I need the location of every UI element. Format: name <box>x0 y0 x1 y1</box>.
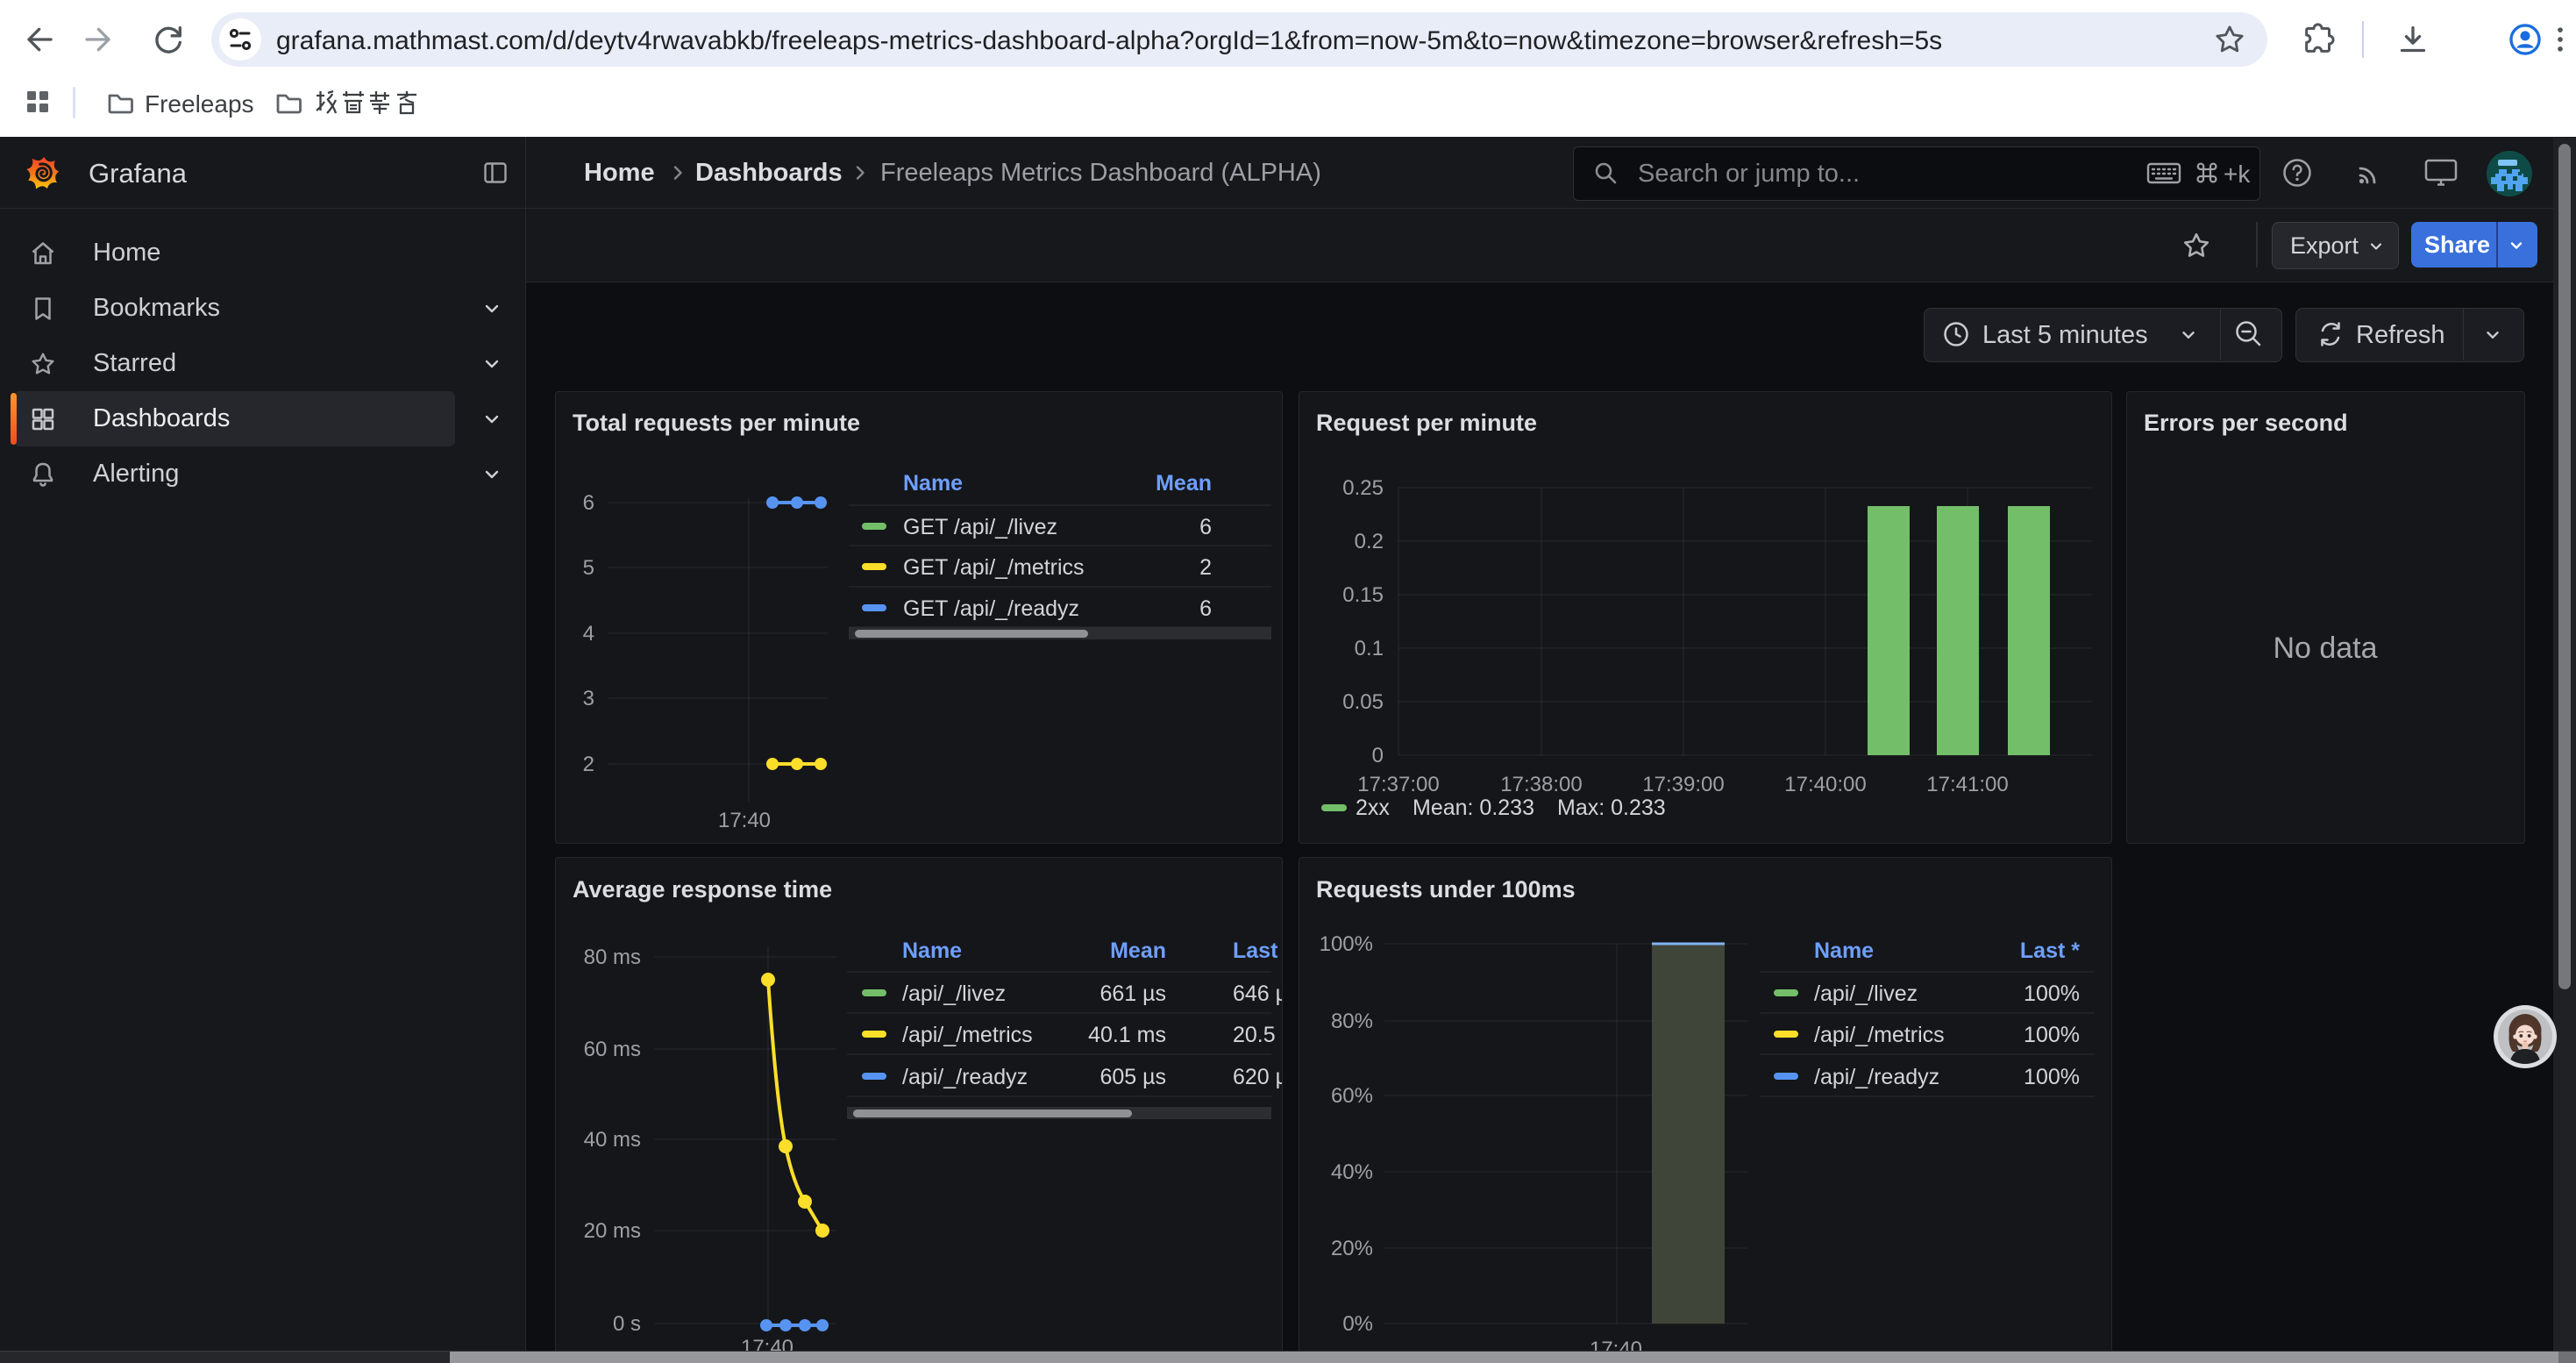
svg-text:2: 2 <box>1199 555 1212 580</box>
svg-text:17:41:00: 17:41:00 <box>1926 773 2008 796</box>
svg-text:0.15: 0.15 <box>1342 583 1384 607</box>
svg-text:Name: Name <box>902 938 962 963</box>
svg-text:17:40:00: 17:40:00 <box>1784 773 1866 796</box>
svg-text:40%: 40% <box>1331 1160 1373 1184</box>
svg-text:80%: 80% <box>1331 1010 1373 1033</box>
svg-text:17:38:00: 17:38:00 <box>1500 773 1582 796</box>
svg-text:20.5 ms: 20.5 ms <box>1233 1023 1282 1047</box>
svg-text:0 s: 0 s <box>613 1312 641 1336</box>
svg-text:Errors per second: Errors per second <box>2144 410 2348 436</box>
svg-text:/api/_/metrics: /api/_/metrics <box>1814 1023 1945 1047</box>
svg-text:17:39:00: 17:39:00 <box>1642 773 1724 796</box>
svg-text:20%: 20% <box>1331 1237 1373 1260</box>
svg-text:20 ms: 20 ms <box>584 1219 641 1243</box>
svg-text:Name: Name <box>1814 938 1874 963</box>
svg-text:/api/_/metrics: /api/_/metrics <box>902 1023 1033 1047</box>
svg-text:Average response time: Average response time <box>573 876 832 903</box>
svg-text:Requests under 100ms: Requests under 100ms <box>1316 876 1576 903</box>
svg-text:17:37:00: 17:37:00 <box>1357 773 1439 796</box>
svg-text:GET /api/_/readyz: GET /api/_/readyz <box>903 596 1079 621</box>
svg-text:6: 6 <box>583 491 594 515</box>
svg-text:6: 6 <box>1199 515 1212 539</box>
svg-text:5: 5 <box>583 556 594 580</box>
svg-text:100%: 100% <box>1320 932 1373 956</box>
svg-text:3: 3 <box>583 687 594 710</box>
svg-text:GET /api/_/livez: GET /api/_/livez <box>903 515 1057 539</box>
svg-text:/api/_/readyz: /api/_/readyz <box>902 1065 1028 1089</box>
svg-text:2xx: 2xx <box>1356 796 1390 820</box>
svg-text:661 µs: 661 µs <box>1099 981 1166 1006</box>
svg-text:40 ms: 40 ms <box>584 1128 641 1152</box>
svg-text:Total requests per minute: Total requests per minute <box>573 410 860 436</box>
svg-text:0.25: 0.25 <box>1342 476 1384 500</box>
svg-text:4: 4 <box>583 622 594 646</box>
svg-text:17:40: 17:40 <box>718 809 771 832</box>
svg-text:Mean: Mean <box>1156 471 1212 496</box>
svg-text:No data: No data <box>2273 632 2377 665</box>
svg-text:0.05: 0.05 <box>1342 690 1384 714</box>
svg-text:0.1: 0.1 <box>1355 637 1384 660</box>
svg-text:Max: 0.233: Max: 0.233 <box>1557 796 1666 820</box>
svg-text:60%: 60% <box>1331 1084 1373 1108</box>
svg-text:Last *: Last * <box>2020 938 2080 963</box>
svg-text:0.2: 0.2 <box>1355 530 1384 553</box>
svg-text:2: 2 <box>583 753 594 776</box>
svg-text:100%: 100% <box>2024 981 2080 1006</box>
svg-text:646 µs: 646 µs <box>1233 981 1282 1006</box>
svg-text:40.1 ms: 40.1 ms <box>1088 1023 1166 1047</box>
svg-text:6: 6 <box>1199 596 1212 621</box>
svg-text:GET /api/_/metrics: GET /api/_/metrics <box>903 555 1085 580</box>
svg-text:605 µs: 605 µs <box>1099 1065 1166 1089</box>
svg-text:Request per minute: Request per minute <box>1316 410 1537 436</box>
svg-text:60 ms: 60 ms <box>584 1038 641 1061</box>
svg-text:/api/_/livez: /api/_/livez <box>902 981 1006 1006</box>
svg-text:Mean: Mean <box>1110 938 1166 963</box>
svg-text:100%: 100% <box>2024 1023 2080 1047</box>
svg-text:/api/_/livez: /api/_/livez <box>1814 981 1918 1006</box>
svg-text:0%: 0% <box>1342 1312 1373 1336</box>
svg-text:Last *: Last * <box>1233 938 1282 963</box>
svg-text:/api/_/readyz: /api/_/readyz <box>1814 1065 1939 1089</box>
svg-text:100%: 100% <box>2024 1065 2080 1089</box>
svg-text:620 µs: 620 µs <box>1233 1065 1282 1089</box>
svg-text:0: 0 <box>1372 744 1384 767</box>
svg-text:80 ms: 80 ms <box>584 946 641 969</box>
svg-text:Mean: 0.233: Mean: 0.233 <box>1413 796 1534 820</box>
svg-text:Name: Name <box>903 471 963 496</box>
